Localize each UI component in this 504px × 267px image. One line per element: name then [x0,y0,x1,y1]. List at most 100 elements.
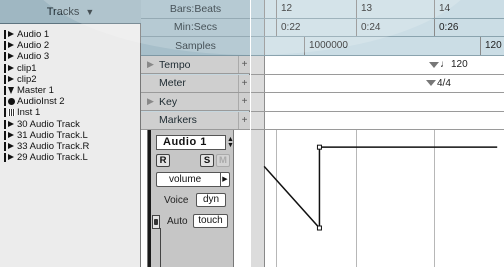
track-list-item[interactable]: Master 1 [4,85,89,96]
track-list-item[interactable]: AudioInst 2 [4,96,89,107]
record-button-label: R [159,155,167,166]
track-list-item-label: 30 Audio Track [17,118,80,130]
mute-button[interactable]: M [216,154,230,167]
automation-safe-icon[interactable] [152,215,160,229]
solo-button[interactable]: S [200,154,214,167]
ruler-gutter [251,18,265,36]
tempo-marker-value: 120 [451,59,468,70]
min-secs-tick-label: 0:26 [439,21,459,33]
voice-value: dyn [202,194,220,205]
automation-mode-value: touch [198,215,223,226]
track-list-item[interactable]: clip1 [4,63,89,74]
add-tempo-button[interactable]: + [238,56,250,73]
chevron-right-icon: ▶ [220,173,229,186]
audio-track-icon [4,30,16,40]
ruler-label-samples[interactable]: Samples [141,37,250,56]
track-list-item-label: Master 1 [17,85,54,97]
automation-breakpoint[interactable] [316,144,322,150]
track-list-item[interactable]: 33 Audio Track.R [4,141,89,152]
audio-track-icon [4,41,16,51]
track-controls-column: Audio 1 ▲ ▼ R S M volume ▶ Voice dyn Auto… [141,130,250,267]
aux-track-icon [4,97,16,107]
meter-marker[interactable]: 4/4 [426,78,451,89]
ruler-label-text: Bars:Beats [169,2,222,15]
ruler-label-text: Markers [159,114,197,126]
auto-label: Auto [167,216,188,227]
ruler-label-text: Key [159,95,178,108]
automation-mode-selector[interactable]: touch [193,214,228,228]
ruler-label-markers[interactable]: Markers + [141,111,250,130]
track-list-item[interactable]: clip2 [4,74,89,85]
track-list-item[interactable]: Audio 2 [4,40,89,51]
track-list-item[interactable]: Audio 3 [4,51,89,62]
audio-track-icon [4,52,16,62]
track-list-item-label: clip2 [17,73,37,85]
automation-breakpoint[interactable] [316,225,322,231]
track-list-item[interactable]: 30 Audio Track [4,119,89,130]
track-height-divider [160,228,161,267]
ruler-gutter [251,0,265,18]
tempo-ruler[interactable]: ♩ 120 [251,56,504,75]
bars-beats-ruler[interactable]: 12 13 14 [251,0,504,19]
track-view-selector[interactable]: volume ▶ [156,172,230,187]
ruler-tick [276,18,277,36]
add-meter-button[interactable]: + [238,74,250,92]
expand-triangle-icon[interactable]: ▶ [147,59,159,70]
ruler-tick [276,0,277,18]
ruler-label-key[interactable]: ▶ Key + [141,93,250,111]
voice-label: Voice [164,195,189,206]
stepper-arrows-icon[interactable]: ▲ ▼ [227,136,234,149]
meter-ruler[interactable]: 4/4 [251,74,504,93]
audio-track-icon [4,130,16,140]
tempo-marker[interactable]: ♩ 120 [429,59,468,70]
track-list-item[interactable]: 29 Audio Track.L [4,152,89,163]
ruler-label-text: Min:Secs [173,21,218,34]
audio-track-icon [4,63,16,73]
ruler-gutter [251,93,265,111]
audio-track-icon [4,141,16,151]
track-selected-indicator[interactable] [148,130,151,267]
min-secs-ruler[interactable]: 0:22 0:24 0:26 [251,18,504,37]
track-list-item-label: Inst 1 [17,107,41,119]
edit-window-track-area[interactable] [251,130,504,267]
tracks-list-panel: Tracks ▼ Audio 1 Audio 2 Audio 3 clip1 clip2… [0,0,141,267]
track-list-item-label: Audio 3 [17,51,50,63]
ruler-label-min-secs[interactable]: Min:Secs [141,18,250,37]
volume-automation-graph[interactable] [251,130,504,267]
markers-ruler[interactable] [251,111,504,130]
key-ruler[interactable] [251,93,504,112]
track-list-item-label: 33 Audio Track.R [17,140,90,152]
ruler-tick [434,18,435,36]
samples-ruler[interactable]: 1000000 120 [251,37,504,56]
ruler-labels-column: Bars:Beats Min:Secs Samples ▶ Tempo + Me… [141,0,250,130]
volume-automation-line[interactable] [263,146,498,230]
expand-triangle-icon[interactable]: ▶ [147,96,159,107]
track-name-field[interactable]: Audio 1 ▲ ▼ [156,135,234,150]
audio-track-icon [4,74,16,84]
tracks-header-label: Tracks [46,5,80,18]
ruler-label-text: Samples [175,39,216,52]
samples-tick-label: 1000000 [309,40,348,51]
track-list-item[interactable]: 31 Audio Track.L [4,130,89,141]
ruler-label-meter[interactable]: Meter + [141,74,250,93]
track-list-item-label: clip1 [17,62,37,74]
bars-tick-label: 12 [281,3,293,14]
voice-selector[interactable]: dyn [196,193,226,207]
tracks-list-header[interactable]: Tracks ▼ [0,0,141,24]
ruler-label-text: Meter [159,77,186,89]
ruler-label-bars-beats[interactable]: Bars:Beats [141,0,250,19]
record-enable-button[interactable]: R [156,154,170,167]
timeline-rulers: 12 13 14 0:22 0:24 0:26 1000000 120 ♩ 12… [251,0,504,130]
mute-button-label: M [219,155,227,166]
track-items: Audio 1 Audio 2 Audio 3 clip1 clip2 Master 1A… [4,29,89,163]
audio-track-icon [4,153,16,163]
track-list-item[interactable]: Audio 1 [4,29,89,40]
ruler-tick [356,0,357,18]
ruler-label-tempo[interactable]: ▶ Tempo + [141,56,250,74]
add-key-button[interactable]: + [238,93,250,110]
track-control-strip: Audio 1 ▲ ▼ R S M volume ▶ Voice dyn Auto… [147,130,234,267]
track-list-item[interactable]: Inst 1 [4,107,89,118]
ruler-tick [434,0,435,18]
ruler-gutter [251,74,265,92]
add-marker-button[interactable]: + [238,111,250,129]
